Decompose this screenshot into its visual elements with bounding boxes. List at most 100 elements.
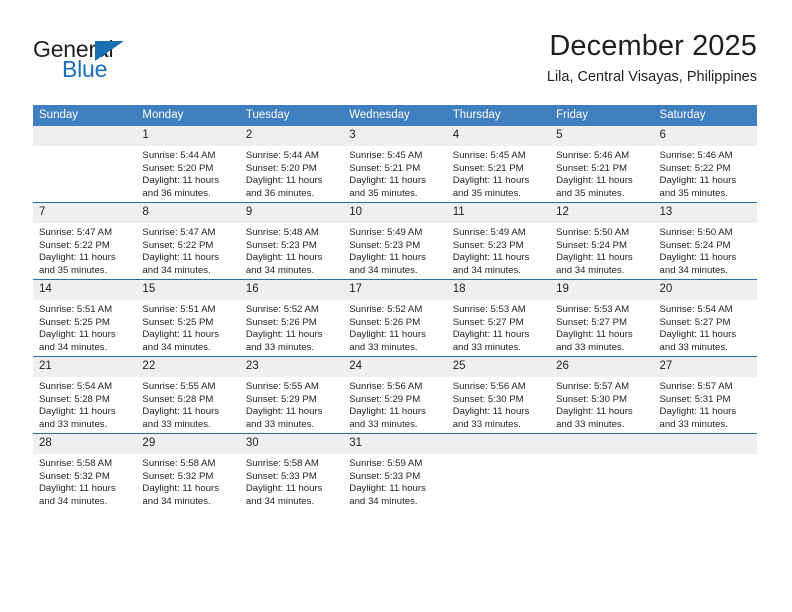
calendar-page: General Blue December 2025 Lila, Central… xyxy=(0,0,792,612)
sunrise-time: Sunrise: 5:53 AM xyxy=(556,304,630,315)
daylight-duration-line2: and 34 minutes. xyxy=(39,341,108,353)
calendar-day-cell[interactable]: 16 Sunrise: 5:52 AM Sunset: 5:26 PM Dayligh… xyxy=(239,279,344,357)
daylight-duration-line1: Daylight: 11 hours xyxy=(452,252,530,264)
calendar-day-cell[interactable]: 17 Sunrise: 5:52 AM Sunset: 5:26 PM Dayligh… xyxy=(343,279,447,357)
day-number: 7 xyxy=(33,203,137,223)
calendar-day-cell[interactable]: 18 Sunrise: 5:53 AM Sunset: 5:27 PM Dayligh… xyxy=(446,279,551,357)
day-sun-info: Sunrise: 5:55 AM Sunset: 5:28 PM Daylight:… xyxy=(136,377,239,431)
day-sun-info: Sunrise: 5:48 AM Sunset: 5:23 PM Daylight:… xyxy=(240,223,343,277)
daylight-duration-line2: and 33 minutes. xyxy=(659,418,728,430)
day-number: 19 xyxy=(550,280,654,300)
calendar-day-cell[interactable]: 1 Sunrise: 5:44 AM Sunset: 5:20 PM Daylight… xyxy=(136,126,240,203)
day-number: 27 xyxy=(653,357,757,377)
day-number: 10 xyxy=(343,203,447,223)
weekday-header-thursday: Thursday xyxy=(446,105,551,126)
calendar-day-cell[interactable]: 11 Sunrise: 5:49 AM Sunset: 5:23 PM Dayligh… xyxy=(446,202,551,280)
sunset-time: Sunset: 5:21 PM xyxy=(349,162,421,174)
day-sun-info: Sunrise: 5:52 AM Sunset: 5:26 PM Daylight:… xyxy=(343,300,446,354)
day-sun-info: Sunrise: 5:49 AM Sunset: 5:23 PM Daylight:… xyxy=(447,223,550,277)
daylight-duration-line2: and 33 minutes. xyxy=(245,418,315,430)
daylight-duration-line1: Daylight: 11 hours xyxy=(452,329,530,341)
daylight-duration-line2: and 35 minutes. xyxy=(556,187,625,199)
daylight-duration-line2: and 33 minutes. xyxy=(556,418,625,430)
daylight-duration-line2: and 33 minutes. xyxy=(39,418,108,430)
sunrise-time: Sunrise: 5:44 AM xyxy=(142,150,216,161)
calendar-day-cell[interactable]: 24 Sunrise: 5:56 AM Sunset: 5:29 PM Dayligh… xyxy=(343,356,447,434)
daylight-duration-line1: Daylight: 11 hours xyxy=(349,329,426,341)
title-block: December 2025 Lila, Central Visayas, Phi… xyxy=(197,28,757,88)
calendar-day-cell[interactable]: 19 Sunrise: 5:53 AM Sunset: 5:27 PM Dayligh… xyxy=(550,279,654,357)
calendar-day-cell[interactable]: 20 Sunrise: 5:54 AM Sunset: 5:27 PM Dayligh… xyxy=(653,279,757,357)
calendar-day-cell[interactable]: 3 Sunrise: 5:45 AM Sunset: 5:21 PM Daylight… xyxy=(343,126,447,203)
calendar-day-cell[interactable]: 26 Sunrise: 5:57 AM Sunset: 5:30 PM Dayligh… xyxy=(550,356,654,434)
calendar-week-row: 1 Sunrise: 5:44 AM Sunset: 5:20 PM Daylight… xyxy=(33,126,757,203)
day-number: 2 xyxy=(239,126,344,146)
daylight-duration-line1: Daylight: 11 hours xyxy=(245,252,323,264)
calendar-day-cell[interactable]: 10 Sunrise: 5:49 AM Sunset: 5:23 PM Dayligh… xyxy=(343,202,447,280)
day-sun-info: Sunrise: 5:51 AM Sunset: 5:25 PM Daylight:… xyxy=(33,300,136,354)
calendar-day-cell[interactable]: 29 Sunrise: 5:58 AM Sunset: 5:32 PM Dayligh… xyxy=(136,433,240,510)
calendar-day-cell[interactable]: 9 Sunrise: 5:48 AM Sunset: 5:23 PM Daylight… xyxy=(239,202,344,280)
calendar-day-cell[interactable]: 6 Sunrise: 5:46 AM Sunset: 5:22 PM Daylight… xyxy=(653,126,757,203)
sunset-time: Sunset: 5:32 PM xyxy=(142,470,214,482)
day-sun-info: Sunrise: 5:58 AM Sunset: 5:32 PM Daylight:… xyxy=(33,454,136,508)
day-number: 6 xyxy=(653,126,757,146)
sunrise-time: Sunrise: 5:44 AM xyxy=(245,150,319,161)
day-number: 25 xyxy=(446,357,551,377)
day-sun-info: Sunrise: 5:50 AM Sunset: 5:24 PM Daylight:… xyxy=(654,223,757,277)
calendar-day-cell[interactable]: 30 Sunrise: 5:58 AM Sunset: 5:33 PM Dayligh… xyxy=(239,433,344,510)
daylight-duration-line1: Daylight: 11 hours xyxy=(142,483,220,495)
daylight-duration-line1: Daylight: 11 hours xyxy=(659,252,737,264)
calendar-week-row: 28 Sunrise: 5:58 AM Sunset: 5:32 PM Dayligh… xyxy=(33,433,757,510)
calendar-day-cell[interactable]: 21 Sunrise: 5:54 AM Sunset: 5:28 PM Dayligh… xyxy=(33,356,137,434)
calendar-day-cell[interactable]: 14 Sunrise: 5:51 AM Sunset: 5:25 PM Dayligh… xyxy=(33,279,137,357)
day-sun-info: Sunrise: 5:53 AM Sunset: 5:27 PM Daylight:… xyxy=(447,300,550,354)
daylight-duration-line1: Daylight: 11 hours xyxy=(39,252,116,264)
day-number xyxy=(653,434,757,454)
daylight-duration-line1: Daylight: 11 hours xyxy=(659,329,737,341)
day-number: 28 xyxy=(33,434,137,454)
calendar-day-cell[interactable]: 25 Sunrise: 5:56 AM Sunset: 5:30 PM Dayligh… xyxy=(446,356,551,434)
sunrise-time: Sunrise: 5:53 AM xyxy=(452,304,526,315)
calendar-day-cell[interactable]: 5 Sunrise: 5:46 AM Sunset: 5:21 PM Daylight… xyxy=(550,126,654,203)
daylight-duration-line2: and 35 minutes. xyxy=(659,187,728,199)
daylight-duration-line2: and 34 minutes. xyxy=(142,495,211,507)
sunset-time: Sunset: 5:23 PM xyxy=(245,239,317,251)
page-header: General Blue December 2025 Lila, Central… xyxy=(33,28,757,94)
calendar-day-cell[interactable]: 23 Sunrise: 5:55 AM Sunset: 5:29 PM Dayligh… xyxy=(239,356,344,434)
day-number: 24 xyxy=(343,357,447,377)
calendar-day-cell[interactable]: 4 Sunrise: 5:45 AM Sunset: 5:21 PM Daylight… xyxy=(446,126,551,203)
day-number: 11 xyxy=(446,203,551,223)
calendar-day-cell[interactable]: 8 Sunrise: 5:47 AM Sunset: 5:22 PM Daylight… xyxy=(136,202,240,280)
day-sun-info: Sunrise: 5:44 AM Sunset: 5:20 PM Daylight:… xyxy=(136,146,239,200)
day-number: 31 xyxy=(343,434,447,454)
daylight-duration-line1: Daylight: 11 hours xyxy=(452,406,530,418)
calendar-day-cell[interactable]: 28 Sunrise: 5:58 AM Sunset: 5:32 PM Dayligh… xyxy=(33,433,137,510)
sunset-time: Sunset: 5:22 PM xyxy=(659,162,731,174)
sunset-time: Sunset: 5:23 PM xyxy=(349,239,421,251)
daylight-duration-line1: Daylight: 11 hours xyxy=(556,252,633,264)
day-sun-info: Sunrise: 5:56 AM Sunset: 5:29 PM Daylight:… xyxy=(343,377,446,431)
calendar-day-cell[interactable]: 2 Sunrise: 5:44 AM Sunset: 5:20 PM Daylight… xyxy=(239,126,344,203)
calendar-day-cell[interactable]: 7 Sunrise: 5:47 AM Sunset: 5:22 PM Daylight… xyxy=(33,202,137,280)
logo-text-blue: Blue xyxy=(62,56,108,82)
daylight-duration-line2: and 34 minutes. xyxy=(142,341,211,353)
calendar-day-cell[interactable]: 15 Sunrise: 5:51 AM Sunset: 5:25 PM Dayligh… xyxy=(136,279,240,357)
calendar-day-cell[interactable]: 22 Sunrise: 5:55 AM Sunset: 5:28 PM Dayligh… xyxy=(136,356,240,434)
calendar-day-cell[interactable]: 31 Sunrise: 5:59 AM Sunset: 5:33 PM Dayligh… xyxy=(343,433,447,510)
calendar-day-cell[interactable]: 27 Sunrise: 5:57 AM Sunset: 5:31 PM Dayligh… xyxy=(653,356,757,434)
day-sun-info: Sunrise: 5:49 AM Sunset: 5:23 PM Daylight:… xyxy=(343,223,446,277)
sunrise-time: Sunrise: 5:50 AM xyxy=(556,227,630,238)
sunset-time: Sunset: 5:25 PM xyxy=(142,316,214,328)
sunset-time: Sunset: 5:21 PM xyxy=(556,162,628,174)
daylight-duration-line2: and 34 minutes. xyxy=(245,264,315,276)
calendar-empty-cell xyxy=(550,433,654,510)
sunrise-time: Sunrise: 5:54 AM xyxy=(659,304,733,315)
calendar-day-cell[interactable]: 12 Sunrise: 5:50 AM Sunset: 5:24 PM Dayligh… xyxy=(550,202,654,280)
sunrise-time: Sunrise: 5:59 AM xyxy=(349,458,423,469)
calendar-day-cell[interactable]: 13 Sunrise: 5:50 AM Sunset: 5:24 PM Dayligh… xyxy=(653,202,757,280)
day-number: 16 xyxy=(239,280,344,300)
daylight-duration-line1: Daylight: 11 hours xyxy=(556,329,633,341)
day-sun-info: Sunrise: 5:50 AM Sunset: 5:24 PM Daylight:… xyxy=(550,223,653,277)
day-number xyxy=(446,434,551,454)
